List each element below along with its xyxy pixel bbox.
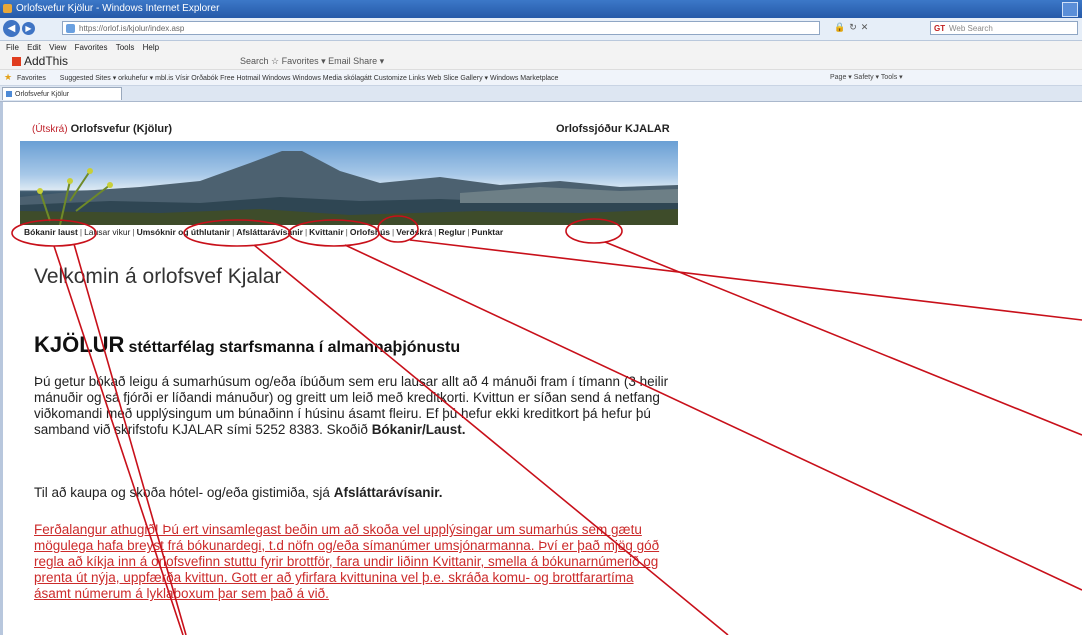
nav-bokanir-laust[interactable]: Bókanir laust [24, 227, 78, 237]
nav-verdskra[interactable]: Verðskrá [396, 227, 432, 237]
nav-reglur[interactable]: Reglur [438, 227, 465, 237]
ie-icon [3, 4, 12, 13]
url-text: https://orlof.is/kjolur/index.asp [79, 24, 185, 33]
booking-link[interactable]: Bókanir/Laust. [372, 422, 466, 437]
logout-link[interactable]: (Útskrá) [32, 124, 68, 135]
vouchers-link[interactable]: Afsláttarávísanir. [334, 485, 443, 500]
tab-orlofsvefur[interactable]: Orlofsvefur Kjölur [2, 87, 122, 100]
mountain-banner-image [20, 141, 678, 225]
search-placeholder: Web Search [949, 24, 993, 33]
nav-afslattaravisanir[interactable]: Afsláttarávísanir [236, 227, 303, 237]
lock-icon[interactable]: 🔒 [834, 22, 849, 32]
booking-text: Þú getur bókað leigu á sumarhúsum og/eða… [34, 374, 669, 437]
tab-label: Orlofsvefur Kjölur [15, 91, 70, 98]
window-titlebar: Orlofsvefur Kjölur - Windows Internet Ex… [0, 0, 1082, 18]
addthis-icon [12, 57, 21, 66]
nav-lausar-vikur[interactable]: Lausar vikur [84, 227, 130, 237]
url-input[interactable]: https://orlof.is/kjolur/index.asp [62, 21, 820, 35]
favorites-button[interactable]: Favorites [17, 75, 46, 82]
addthis-button[interactable]: AddThis [24, 54, 68, 69]
back-icon[interactable]: ◀ [3, 20, 20, 37]
union-subtitle: stéttarfélag starfsmanna í almannaþjónus… [128, 339, 461, 356]
tab-page-icon [6, 91, 12, 97]
favorites-links[interactable]: Suggested Sites ▾ orkuhefur ▾ mbl.is Vís… [60, 75, 559, 82]
nav-umsoknir[interactable]: Umsóknir og úthlutanir [137, 227, 231, 237]
welcome-heading: Velkomin á orlofsvef Kjalar [34, 265, 282, 288]
window-title: Orlofsvefur Kjölur - Windows Internet Ex… [16, 3, 220, 14]
menu-bar: File Edit View Favorites Tools Help [0, 41, 1082, 54]
addthis-toolbar: AddThis Search ☆ Favorites ▾ Email Share… [0, 54, 1082, 70]
refresh-icon[interactable]: ↻ [849, 22, 861, 32]
favorites-star-icon: ★ [4, 72, 13, 82]
search-brand: GT [934, 24, 946, 33]
menu-tools[interactable]: Tools [116, 43, 135, 52]
menu-edit[interactable]: Edit [27, 43, 41, 52]
union-name: KJÖLUR [34, 332, 125, 357]
favorites-bar: ★ Favorites Suggested Sites ▾ orkuhefur … [0, 70, 1082, 86]
tab-strip: Orlofsvefur Kjölur [0, 86, 1082, 102]
address-tools: 🔒↻✕ [834, 22, 872, 33]
window-close-button[interactable] [1062, 2, 1078, 17]
stop-icon[interactable]: ✕ [861, 22, 873, 32]
command-bar[interactable]: Page ▾ Safety ▾ Tools ▾ [830, 70, 903, 85]
page-icon [66, 24, 75, 33]
main-nav: Bókanir laust | Lausar vikur | Umsóknir og ú… [24, 227, 504, 237]
union-heading: KJÖLUR stéttarfélag starfsmanna í almanna… [34, 332, 460, 358]
menu-view[interactable]: View [49, 43, 66, 52]
traveler-warning[interactable]: Ferðalangur athugið! Þú ert vinsamlegast… [34, 522, 674, 602]
forward-icon[interactable]: ▶ [22, 22, 35, 35]
vouchers-text: Til að kaupa og skoða hótel- og/eða gist… [34, 485, 330, 500]
site-title: Orlofsvefur (Kjölur) [70, 123, 173, 135]
nav-kvittanir[interactable]: Kvittanir [309, 227, 343, 237]
search-input[interactable]: GT Web Search [930, 21, 1078, 35]
address-bar: ◀ ▶ https://orlof.is/kjolur/index.asp 🔒↻… [0, 18, 1082, 41]
site-header: (Útskrá) Orlofsvefur (Kjölur) [32, 123, 172, 135]
menu-favorites[interactable]: Favorites [75, 43, 108, 52]
menu-help[interactable]: Help [143, 43, 159, 52]
nav-punktar[interactable]: Punktar [472, 227, 504, 237]
nav-orlofshus[interactable]: Orlofshús [350, 227, 390, 237]
org-name: Orlofssjóður KJALAR [556, 123, 670, 135]
booking-paragraph: Þú getur bókað leigu á sumarhúsum og/eða… [34, 374, 674, 438]
vouchers-paragraph: Til að kaupa og skoða hótel- og/eða gist… [34, 485, 674, 501]
addthis-tools[interactable]: Search ☆ Favorites ▾ Email Share ▾ [240, 54, 384, 69]
mountain-illustration [20, 151, 678, 225]
menu-file[interactable]: File [6, 43, 19, 52]
